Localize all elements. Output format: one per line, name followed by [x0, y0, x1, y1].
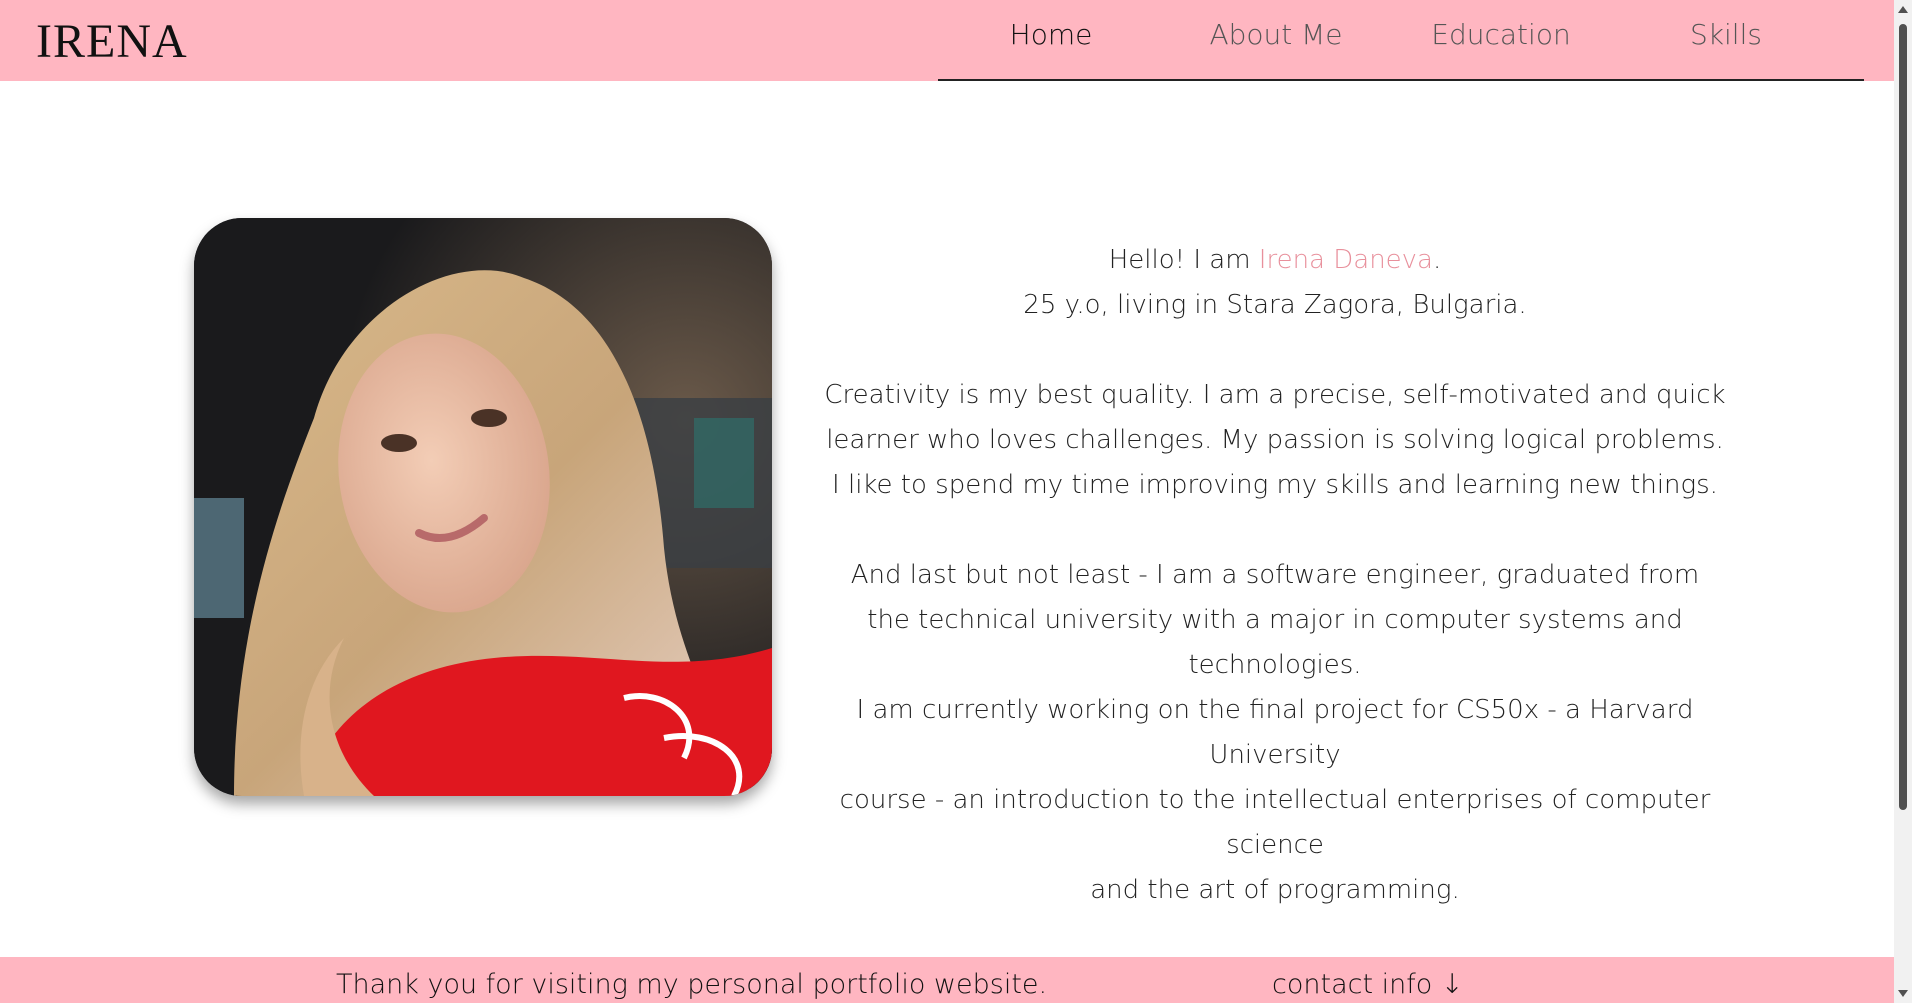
site-header: IRENA Home About Me Education Skills: [0, 0, 1894, 81]
contact-info-link[interactable]: contact info ↓: [1272, 969, 1463, 1000]
career-line-3: I am currently working on the final proj…: [856, 695, 1694, 770]
greeting-line: Hello! I am Irena Daneva.: [820, 238, 1730, 283]
contact-info-label: contact info: [1272, 969, 1433, 1000]
quality-line-1: Creativity is my best quality. I am a pr…: [824, 380, 1726, 410]
quality-line-3: I like to spend my time improving my ski…: [832, 470, 1718, 500]
career-line-4: course - an introduction to the intellec…: [839, 785, 1711, 860]
career-line-2: the technical university with a major in…: [867, 605, 1683, 680]
greeting-prefix: Hello! I am: [1108, 245, 1259, 275]
scroll-up-arrow-icon[interactable]: [1898, 6, 1908, 13]
page-scrollbar[interactable]: [1894, 0, 1912, 1003]
footer-message: Thank you for visiting my personal portf…: [336, 969, 1048, 1000]
age-location: 25 y.o, living in Stara Zagora, Bulgaria…: [1023, 290, 1527, 320]
nav-home[interactable]: Home: [1010, 18, 1093, 51]
site-logo[interactable]: IRENA: [36, 14, 188, 69]
owner-name: Irena Daneva: [1258, 245, 1433, 275]
nav-skills[interactable]: Skills: [1690, 18, 1762, 51]
intro-text: Hello! I am Irena Daneva. 25 y.o, living…: [820, 238, 1730, 913]
greeting-suffix: .: [1433, 245, 1442, 275]
nav-about-me[interactable]: About Me: [1209, 18, 1342, 51]
site-footer: Thank you for visiting my personal portf…: [0, 957, 1894, 1003]
arrow-down-icon: ↓: [1440, 969, 1464, 1000]
nav-education[interactable]: Education: [1431, 18, 1570, 51]
scrollbar-thumb[interactable]: [1899, 24, 1907, 810]
main-nav: Home About Me Education Skills: [938, 0, 1864, 81]
profile-photo: [194, 218, 772, 796]
scroll-down-arrow-icon[interactable]: [1898, 990, 1908, 997]
career-line-5: and the art of programming.: [1090, 875, 1460, 905]
quality-line-2: learner who loves challenges. My passion…: [826, 425, 1724, 455]
career-line-1: And last but not least - I am a software…: [850, 560, 1700, 590]
